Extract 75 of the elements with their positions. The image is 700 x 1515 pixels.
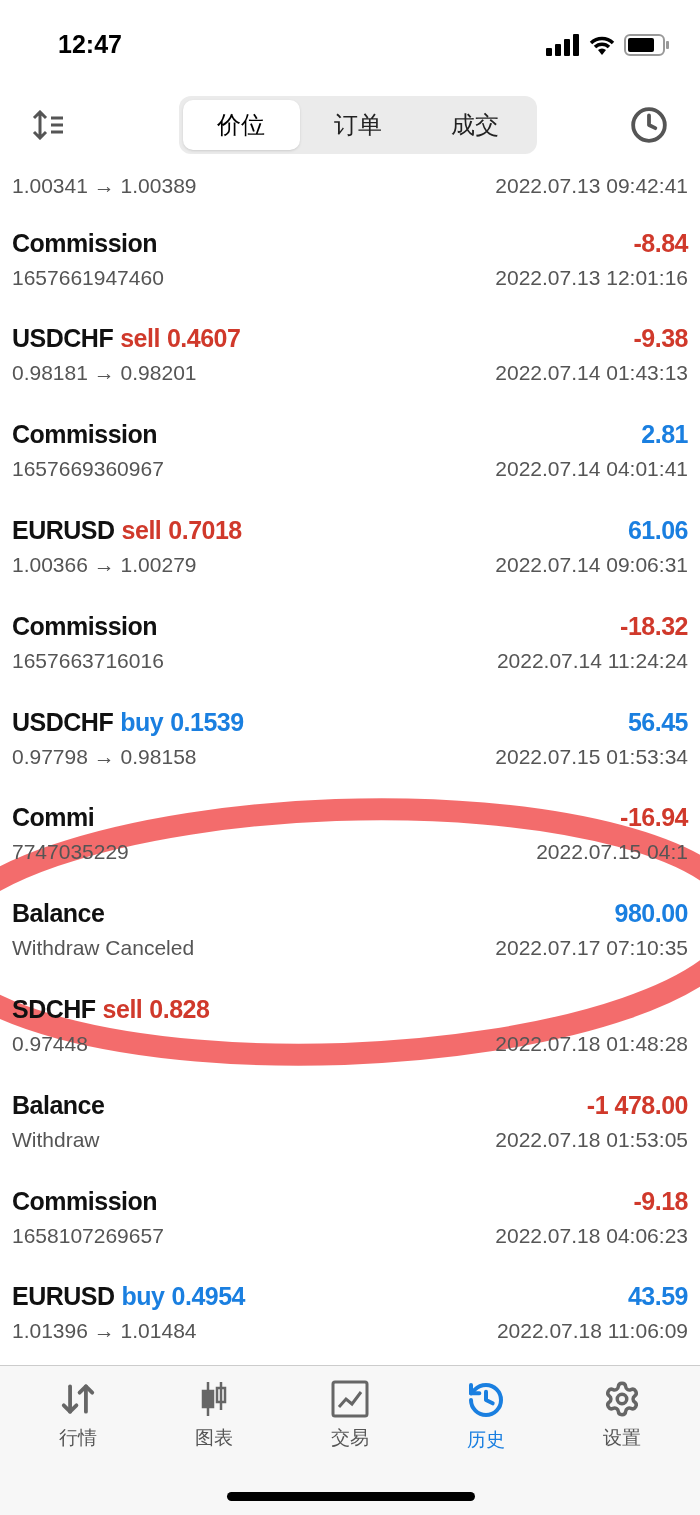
trade-volume: 0.1539 (170, 706, 244, 738)
row-detail: 1657669360967 (12, 456, 164, 483)
row-amount: -18.32 (620, 610, 688, 642)
row-time: 2022.07.18 04:06:23 (495, 1222, 688, 1249)
row-time: 2022.07.13 12:01:16 (495, 264, 688, 291)
trade-volume: 0.7018 (168, 515, 242, 546)
row-time: 2022.07.17 07:10:35 (495, 935, 688, 962)
row-detail: 0.97448 (12, 1031, 88, 1057)
row-amount: -16.94 (620, 802, 688, 834)
signal-icon (546, 34, 580, 56)
row-time: 2022.07.18 11:06:09 (496, 1318, 688, 1345)
row-time: 2022.07.14 11:24:24 (496, 647, 688, 674)
row-amount: 61.06 (627, 515, 688, 546)
row-time: 2022.07.14 04:01:41 (495, 456, 688, 483)
line-chart-icon (331, 1380, 369, 1418)
symbol-label: USDCHF (12, 323, 114, 355)
row-detail: 1657661947460 (12, 264, 164, 291)
tab-bar-item[interactable]: 设置 (572, 1380, 672, 1455)
tab-bar-item[interactable]: 图表 (164, 1380, 264, 1455)
sort-icon (32, 110, 66, 140)
segment-tab[interactable]: 成交 (416, 100, 533, 150)
row-detail: 1.01396 → 1.01484 (12, 1318, 197, 1345)
settings-icon (603, 1380, 641, 1418)
row-time: 2022.07.13 09:42:41 (495, 173, 688, 200)
row-detail: 1657663716016 (12, 647, 164, 674)
row-time: 2022.07.14 09:06:31 (495, 552, 688, 578)
row-title: Balance (12, 1089, 105, 1121)
row-title: Commission (12, 610, 158, 642)
row-amount: 56.45 (627, 706, 688, 738)
row-time: 2022.07.18 01:53:05 (495, 1126, 688, 1153)
trade-side: sell (120, 323, 160, 355)
row-title: Balance (12, 898, 105, 930)
status-time: 12:47 (58, 29, 122, 61)
row-amount: -8.84 (633, 227, 688, 259)
row-detail: Withdraw (12, 1126, 100, 1153)
row-title: Commission (12, 1185, 158, 1217)
trade-volume: 0.828 (149, 994, 210, 1025)
trade-side: sell (121, 515, 162, 546)
trade-volume: 0.4954 (171, 1281, 245, 1313)
segment-tab[interactable]: 价位 (183, 100, 300, 150)
wifi-icon (588, 34, 616, 56)
battery-icon (624, 34, 670, 56)
row-amount: 43.59 (627, 1281, 688, 1313)
trade-side: sell (102, 994, 143, 1025)
row-title: Commission (12, 227, 158, 259)
segment-tab[interactable]: 订单 (299, 100, 417, 150)
trade-side: buy (121, 1281, 165, 1313)
row-time: 2022.07.15 04:1 (536, 839, 688, 866)
row-detail: Withdraw Canceled (12, 935, 195, 962)
sort-button[interactable] (32, 110, 66, 140)
tab-bar-item[interactable]: 行情 (28, 1380, 128, 1455)
tab-bar-item[interactable]: 历史 (436, 1380, 536, 1455)
row-title: Commi (12, 802, 95, 834)
row-detail: 0.97798 → 0.98158 (12, 743, 197, 770)
candlestick-icon (199, 1380, 229, 1418)
row-amount: 2.81 (641, 419, 688, 451)
symbol-label: EURUSD (12, 515, 115, 546)
row-detail: 1658107269657 (12, 1222, 164, 1249)
row-amount: -9.18 (633, 1185, 688, 1217)
history-icon (466, 1380, 506, 1420)
tab-bar-item[interactable]: 交易 (300, 1380, 400, 1455)
row-amount: -1 478.00 (586, 1089, 688, 1121)
row-detail: 1.00341 → 1.00389 (12, 173, 197, 200)
symbol-label: USDCHF (12, 706, 114, 738)
row-detail: 1.00366 → 1.00279 (12, 552, 197, 578)
trade-volume: 0.4607 (166, 323, 241, 355)
trade-side: buy (120, 706, 164, 738)
row-amount: -9.38 (633, 323, 688, 355)
row-time: 2022.07.15 01:53:34 (495, 743, 688, 770)
row-time: 2022.07.14 01:43:13 (495, 360, 688, 387)
symbol-label: EURUSD (12, 1281, 115, 1313)
row-amount: 980.00 (614, 898, 688, 930)
row-detail: 0.98181 → 0.98201 (12, 360, 197, 387)
row-title: Commission (12, 419, 158, 451)
clock-icon[interactable] (630, 106, 668, 144)
